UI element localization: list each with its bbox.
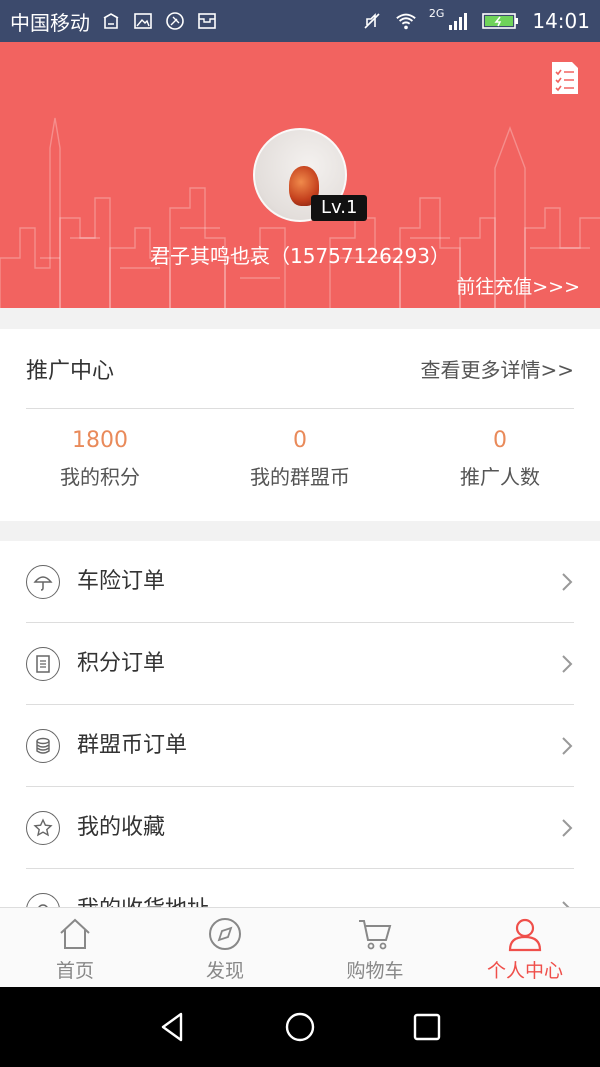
compass-status-icon: [164, 10, 186, 32]
tab-label: 个人中心: [486, 960, 563, 982]
promo-stats: 1800 我的积分 0 我的群盟币 0 推广人数: [0, 421, 600, 493]
stat-referrals[interactable]: 0 推广人数: [400, 421, 600, 493]
cart-icon: [359, 920, 392, 950]
user-name: 君子其鸣也哀（15757126293）: [150, 244, 450, 268]
menu-item-label: 我的收货地址: [77, 869, 209, 907]
chevron-right-icon: [562, 573, 573, 591]
status-bar: 中国移动 2G 14:01: [0, 0, 600, 42]
clock: 14:01: [532, 9, 590, 33]
stat-value: 0: [293, 428, 307, 453]
umbrella-icon: [26, 565, 60, 599]
bottom-tab-bar: 首页 发现 购物车 个人中心: [0, 907, 600, 987]
person-icon: [508, 918, 542, 952]
star-icon: [26, 811, 60, 845]
menu-item-label: 我的收藏: [77, 815, 166, 840]
stat-coins[interactable]: 0 我的群盟币: [200, 421, 400, 493]
mail-icon: [196, 10, 218, 32]
recharge-link[interactable]: 前往充值>>>: [456, 272, 580, 299]
chevron-right-icon: [562, 737, 573, 755]
checklist-icon[interactable]: [550, 60, 580, 96]
home-circle-icon[interactable]: [282, 1009, 318, 1045]
compass-icon: [209, 918, 241, 950]
stat-label: 我的积分: [60, 465, 140, 489]
menu-item-car-insurance-orders[interactable]: 车险订单: [0, 541, 600, 623]
chevron-right-icon: [562, 655, 573, 673]
menu-item-label: 群盟币订单: [77, 733, 188, 758]
back-icon[interactable]: [155, 1009, 191, 1045]
profile-header: Lv.1 君子其鸣也哀（15757126293） 前往充值>>>: [0, 42, 600, 308]
chevron-right-icon: [562, 901, 570, 907]
level-badge: Lv.1: [311, 195, 368, 221]
wifi-icon: [395, 10, 417, 32]
signal-icon: [448, 10, 470, 32]
menu-item-label: 积分订单: [77, 651, 166, 676]
drive-icon: [100, 10, 122, 32]
recents-icon[interactable]: [409, 1009, 445, 1045]
promo-title: 推广中心: [26, 358, 115, 384]
stat-points[interactable]: 1800 我的积分: [0, 421, 200, 493]
receipt-icon: [26, 647, 60, 681]
carrier-name: 中国移动: [10, 10, 90, 35]
location-icon: [26, 893, 60, 907]
stat-label: 推广人数: [460, 465, 540, 489]
stat-value: 0: [493, 428, 507, 453]
menu-item-favorites[interactable]: 我的收藏: [0, 787, 600, 869]
tab-home[interactable]: 首页: [0, 908, 150, 987]
home-icon: [60, 918, 90, 949]
promo-more-link[interactable]: 查看更多详情>>: [420, 354, 574, 383]
tab-label: 首页: [55, 960, 94, 982]
promo-header: 推广中心 查看更多详情>>: [26, 329, 574, 409]
chevron-right-icon: [562, 819, 573, 837]
stat-label: 我的群盟币: [250, 465, 350, 489]
tab-cart[interactable]: 购物车: [300, 908, 450, 987]
system-navigation-bar: [0, 987, 600, 1067]
promo-center-card: 推广中心 查看更多详情>> 1800 我的积分 0 我的群盟币 0 推广人数: [0, 329, 600, 521]
menu-item-coin-orders[interactable]: 群盟币订单: [0, 705, 600, 787]
tab-label: 购物车: [346, 960, 404, 982]
tab-profile[interactable]: 个人中心: [450, 908, 600, 987]
stat-value: 1800: [72, 428, 128, 453]
battery-icon: [482, 10, 520, 32]
mute-icon: [361, 10, 383, 32]
menu-item-shipping-address[interactable]: 我的收货地址: [0, 869, 600, 907]
menu-list: 车险订单 积分订单 群盟币订单 我的收藏 我的收货地址: [0, 541, 600, 907]
menu-item-label: 车险订单: [77, 569, 166, 594]
menu-item-points-orders[interactable]: 积分订单: [0, 623, 600, 705]
coins-icon: [26, 729, 60, 763]
gallery-icon: [132, 10, 154, 32]
tab-discover[interactable]: 发现: [150, 908, 300, 987]
tab-label: 发现: [205, 960, 244, 982]
network-type: 2G: [428, 6, 445, 20]
